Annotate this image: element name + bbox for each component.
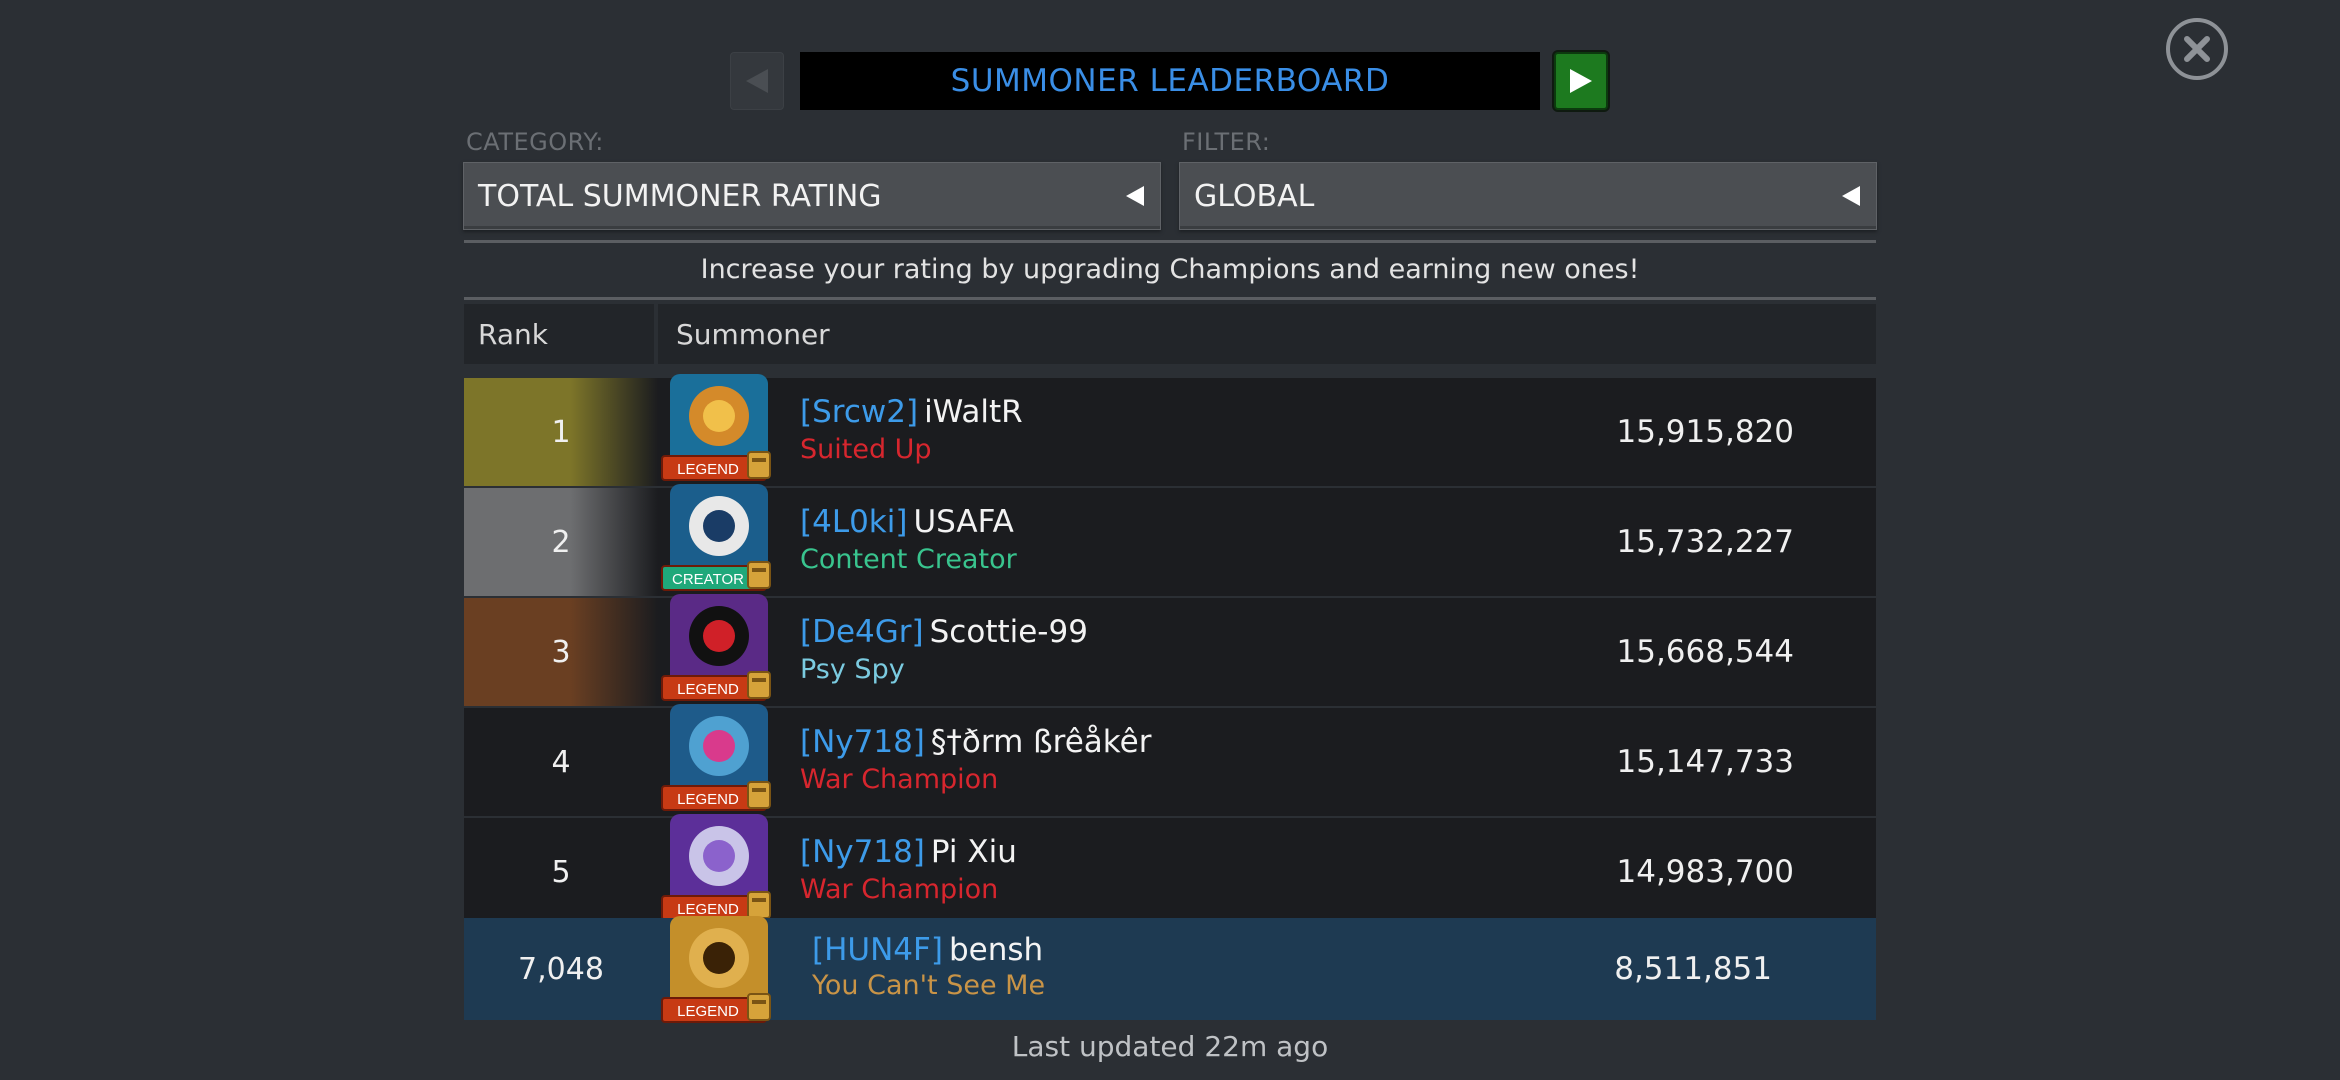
summoner-name-line: [Ny718] §†ðrm ßrêåkêr xyxy=(800,724,1151,760)
hint-text: Increase your rating by upgrading Champi… xyxy=(700,254,1640,285)
page-title: SUMMONER LEADERBOARD xyxy=(950,63,1390,99)
leaderboard-row[interactable]: 1 LEGEND [Srcw2] iWaltR Suited Up 15,915,82… xyxy=(464,374,1876,486)
rank-cell: 3 xyxy=(464,598,658,706)
player-title: Suited Up xyxy=(800,434,932,465)
player-name[interactable]: Scottie-99 xyxy=(930,614,1088,650)
summoner-name-line: [HUN4F] bensh xyxy=(812,932,1043,968)
right-triangle-icon xyxy=(1570,69,1592,93)
summoner-name-line: [4L0ki] USAFA xyxy=(800,504,1014,540)
filter-value: GLOBAL xyxy=(1194,178,1315,214)
alliance-tag[interactable]: [Ny718] xyxy=(800,834,925,870)
player-name[interactable]: USAFA xyxy=(913,504,1013,540)
alliance-tag[interactable]: [HUN4F] xyxy=(812,932,943,968)
divider xyxy=(464,297,1876,300)
player-name[interactable]: iWaltR xyxy=(924,394,1023,430)
player-title: Psy Spy xyxy=(800,654,905,685)
leaderboard-row[interactable]: 4 LEGEND [Ny718] §†ðrm ßrêåkêr War Champio… xyxy=(464,704,1876,816)
alliance-tag[interactable]: [Ny718] xyxy=(800,724,925,760)
avatar[interactable]: LEGEND xyxy=(660,590,778,708)
rating-value: 15,668,544 xyxy=(1616,634,1795,670)
leaderboard-title-bar: SUMMONER LEADERBOARD xyxy=(800,52,1540,110)
badge-label: LEGEND xyxy=(677,461,739,478)
rank-cell: 5 xyxy=(551,854,571,890)
rating-value: 15,915,820 xyxy=(1616,414,1795,450)
badge-label: LEGEND xyxy=(677,681,739,698)
rating-value: 14,983,700 xyxy=(1616,854,1795,890)
rank-cell: 1 xyxy=(464,378,658,486)
rank-cell: 2 xyxy=(464,488,658,596)
player-title: War Champion xyxy=(800,874,999,905)
alliance-tag[interactable]: [De4Gr] xyxy=(800,614,924,650)
badge-label: CREATOR xyxy=(672,571,744,588)
alliance-tag[interactable]: [Srcw2] xyxy=(800,394,918,430)
summoner-name-line: [Srcw2] iWaltR xyxy=(800,394,1023,430)
player-name[interactable]: Pi Xiu xyxy=(931,834,1017,870)
player-title: You Can't See Me xyxy=(812,970,1046,1001)
filter-dropdown[interactable]: GLOBAL xyxy=(1179,162,1877,230)
caret-left-icon xyxy=(1842,186,1860,206)
rank-column-header: Rank xyxy=(464,304,658,364)
rating-value: 15,147,733 xyxy=(1616,744,1795,780)
player-name[interactable]: §†ðrm ßrêåkêr xyxy=(931,724,1152,760)
rating-value: 8,511,851 xyxy=(1614,951,1772,987)
left-triangle-icon xyxy=(746,69,768,93)
close-icon xyxy=(2184,36,2210,62)
player-name[interactable]: bensh xyxy=(949,932,1043,968)
next-leaderboard-button[interactable] xyxy=(1554,52,1608,110)
avatar[interactable]: LEGEND xyxy=(660,912,778,1030)
current-player-row[interactable]: 7,048 LEGEND [HUN4F] bensh You Can't See M… xyxy=(464,916,1876,1023)
rating-value: 15,732,227 xyxy=(1616,524,1795,560)
last-updated-text: Last updated 22m ago xyxy=(1011,1030,1329,1063)
summoner-name-line: [Ny718] Pi Xiu xyxy=(800,834,1017,870)
leaderboard-row[interactable]: 5 LEGEND [Ny718] Pi Xiu War Champion 14,983… xyxy=(464,814,1876,926)
divider xyxy=(464,240,1876,243)
caret-left-icon xyxy=(1126,186,1144,206)
alliance-tag[interactable]: [4L0ki] xyxy=(800,504,907,540)
rank-cell: 7,048 xyxy=(518,951,604,987)
player-title: War Champion xyxy=(800,764,999,795)
avatar[interactable]: LEGEND xyxy=(660,810,778,928)
avatar[interactable]: CREATOR xyxy=(660,480,778,598)
avatar[interactable]: LEGEND xyxy=(660,370,778,488)
leaderboard-row[interactable]: 3 LEGEND [De4Gr] Scottie-99 Psy Spy 15,668,… xyxy=(464,594,1876,706)
summoner-name-line: [De4Gr] Scottie-99 xyxy=(800,614,1088,650)
avatar[interactable]: LEGEND xyxy=(660,700,778,818)
category-label: CATEGORY: xyxy=(466,128,604,156)
close-button[interactable] xyxy=(2166,18,2228,80)
rank-cell: 4 xyxy=(551,744,571,780)
badge-label: LEGEND xyxy=(677,791,739,808)
badge-label: LEGEND xyxy=(677,1003,739,1020)
category-dropdown[interactable]: TOTAL SUMMONER RATING xyxy=(463,162,1161,230)
leaderboard-row[interactable]: 2 CREATOR [4L0ki] USAFA Content Creator 15,… xyxy=(464,484,1876,596)
previous-leaderboard-button[interactable] xyxy=(730,52,784,110)
filter-label: FILTER: xyxy=(1182,128,1271,156)
summoner-column-header: Summoner xyxy=(676,317,830,351)
table-header: Rank Summoner xyxy=(464,304,1876,364)
player-title: Content Creator xyxy=(800,544,1017,575)
category-value: TOTAL SUMMONER RATING xyxy=(478,178,882,214)
